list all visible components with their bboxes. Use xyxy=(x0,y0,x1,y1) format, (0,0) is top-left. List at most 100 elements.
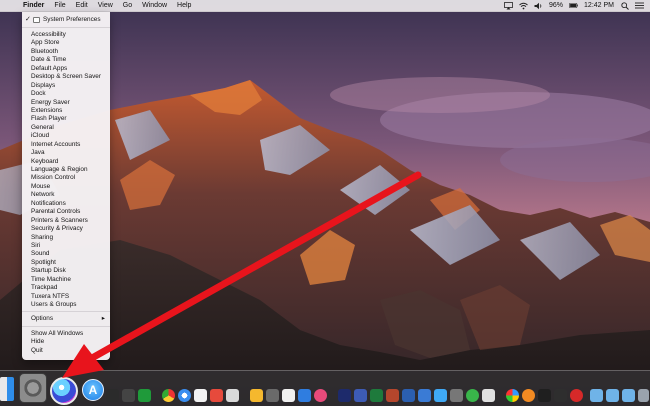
chrome-icon[interactable] xyxy=(162,389,175,402)
menu-header-system-preferences[interactable]: ✓ System Preferences xyxy=(22,15,110,25)
menu-item-users-groups[interactable]: Users & Groups xyxy=(22,301,110,309)
menu-item-notifications[interactable]: Notifications xyxy=(22,200,110,208)
menu-file[interactable]: File xyxy=(49,2,70,9)
menu-bar: Finder File Edit View Go Window Help 96%… xyxy=(0,0,650,12)
app-icon[interactable] xyxy=(298,389,311,402)
menu-item-siri[interactable]: Siri xyxy=(22,242,110,250)
battery-percent: 96% xyxy=(549,2,564,9)
powerpoint-icon[interactable] xyxy=(386,389,399,402)
menu-finder[interactable]: Finder xyxy=(18,2,49,9)
menu-item-flash-player[interactable]: Flash Player xyxy=(22,115,110,123)
app-icon[interactable] xyxy=(266,389,279,402)
app-icon[interactable] xyxy=(338,389,351,402)
dock: A xyxy=(0,370,650,406)
dock-context-menu: ✓ System Preferences Accessibility App S… xyxy=(22,12,110,360)
menu-help[interactable]: Help xyxy=(172,2,196,9)
menu-view[interactable]: View xyxy=(93,2,118,9)
menu-item-trackpad[interactable]: Trackpad xyxy=(22,284,110,292)
app-icon[interactable] xyxy=(450,389,463,402)
excel-icon[interactable] xyxy=(370,389,383,402)
app-icon[interactable] xyxy=(434,389,447,402)
app-store-icon[interactable]: A xyxy=(82,379,104,401)
notification-center-icon[interactable] xyxy=(635,2,644,10)
menu-item-spotlight[interactable]: Spotlight xyxy=(22,259,110,267)
menu-separator xyxy=(22,27,110,28)
siri-icon[interactable] xyxy=(50,377,78,405)
menu-extras: 96% 12:42 PM xyxy=(504,1,650,10)
notes-icon[interactable] xyxy=(250,389,263,402)
menu-header-label: System Preferences xyxy=(43,16,101,23)
finder-icon[interactable] xyxy=(0,377,14,401)
menu-item-icloud[interactable]: iCloud xyxy=(22,132,110,140)
menu-separator xyxy=(22,325,110,327)
menu-item-sound[interactable]: Sound xyxy=(22,250,110,258)
menu-go[interactable]: Go xyxy=(118,2,137,9)
activity-monitor-icon[interactable] xyxy=(122,389,135,402)
menu-item-date-time[interactable]: Date & Time xyxy=(22,56,110,64)
search-icon[interactable] xyxy=(620,1,629,10)
app-icon[interactable] xyxy=(522,389,535,402)
app-icon[interactable] xyxy=(210,389,223,402)
menu-item-language-region[interactable]: Language & Region xyxy=(22,166,110,174)
menu-item-hide[interactable]: Hide xyxy=(22,338,110,347)
menu-item-parental-controls[interactable]: Parental Controls xyxy=(22,208,110,216)
app-icon[interactable] xyxy=(418,389,431,402)
terminal-icon[interactable] xyxy=(106,389,119,402)
menu-window[interactable]: Window xyxy=(137,2,172,9)
app-icon[interactable] xyxy=(354,389,367,402)
clock[interactable]: 12:42 PM xyxy=(584,2,614,9)
itunes-icon[interactable] xyxy=(314,389,327,402)
menu-item-desktop-screen-saver[interactable]: Desktop & Screen Saver xyxy=(22,73,110,81)
menu-item-quit[interactable]: Quit xyxy=(22,347,110,356)
menu-item-printers-scanners[interactable]: Printers & Scanners xyxy=(22,217,110,225)
menu-item-energy-saver[interactable]: Energy Saver xyxy=(22,99,110,107)
trash-icon[interactable] xyxy=(638,389,649,402)
app-icon[interactable] xyxy=(554,389,567,402)
menu-item-mission-control[interactable]: Mission Control xyxy=(22,174,110,182)
menu-item-general[interactable]: General xyxy=(22,124,110,132)
menu-item-java[interactable]: Java xyxy=(22,149,110,157)
menu-item-network[interactable]: Network xyxy=(22,191,110,199)
menu-item-dock[interactable]: Dock xyxy=(22,90,110,98)
app-icon[interactable] xyxy=(570,389,583,402)
app-icon[interactable] xyxy=(538,389,551,402)
menu-item-extensions[interactable]: Extensions xyxy=(22,107,110,115)
airplay-icon[interactable] xyxy=(504,1,513,10)
menu-item-keyboard[interactable]: Keyboard xyxy=(22,158,110,166)
app-icon[interactable] xyxy=(282,389,295,402)
menu-item-app-store[interactable]: App Store xyxy=(22,39,110,47)
safari-icon[interactable] xyxy=(178,389,191,402)
menu-item-sharing[interactable]: Sharing xyxy=(22,234,110,242)
menu-item-options[interactable]: Options ▸ xyxy=(22,315,110,324)
app-icon[interactable] xyxy=(506,389,519,402)
menu-item-tuxera-ntfs[interactable]: Tuxera NTFS xyxy=(22,293,110,301)
window-icon xyxy=(33,17,40,23)
menu-item-show-all-windows[interactable]: Show All Windows xyxy=(22,330,110,339)
volume-icon[interactable] xyxy=(534,2,543,10)
calendar-icon[interactable] xyxy=(194,389,207,402)
menu-item-bluetooth[interactable]: Bluetooth xyxy=(22,48,110,56)
submenu-arrow-icon: ▸ xyxy=(101,315,105,323)
menu-item-default-apps[interactable]: Default Apps xyxy=(22,65,110,73)
menu-item-time-machine[interactable]: Time Machine xyxy=(22,276,110,284)
app-icon[interactable] xyxy=(138,389,151,402)
menu-item-startup-disk[interactable]: Startup Disk xyxy=(22,267,110,275)
system-preferences-icon[interactable] xyxy=(19,373,47,403)
checkmark-icon: ✓ xyxy=(25,16,31,23)
folder-icon[interactable] xyxy=(622,389,635,402)
wifi-icon[interactable] xyxy=(519,2,528,10)
battery-icon[interactable] xyxy=(569,2,578,10)
app-icon[interactable] xyxy=(466,389,479,402)
menu-edit[interactable]: Edit xyxy=(71,2,93,9)
menu-item-mouse[interactable]: Mouse xyxy=(22,183,110,191)
word-icon[interactable] xyxy=(402,389,415,402)
menu-item-accessibility[interactable]: Accessibility xyxy=(22,31,110,39)
folder-icon[interactable] xyxy=(590,389,603,402)
folder-icon[interactable] xyxy=(606,389,619,402)
menu-item-displays[interactable]: Displays xyxy=(22,82,110,90)
app-icon[interactable] xyxy=(226,389,239,402)
menu-item-security-privacy[interactable]: Security & Privacy xyxy=(22,225,110,233)
app-icon[interactable] xyxy=(482,389,495,402)
menu-item-options-label: Options xyxy=(31,315,54,323)
menu-item-internet-accounts[interactable]: Internet Accounts xyxy=(22,141,110,149)
